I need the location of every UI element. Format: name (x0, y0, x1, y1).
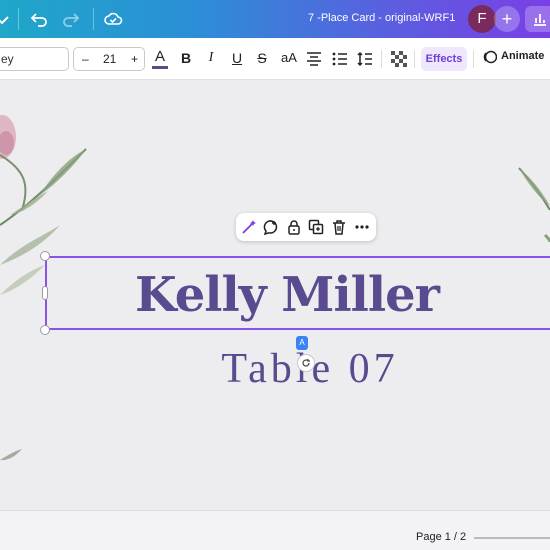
letter-case-button[interactable]: aA (278, 50, 300, 65)
bar-chart-icon (534, 14, 546, 26)
element-context-menu (236, 213, 376, 241)
redo-icon[interactable] (61, 9, 81, 29)
decrease-size-button[interactable]: – (82, 52, 89, 66)
animate-button[interactable]: Animate (501, 50, 544, 62)
transparency-icon[interactable] (391, 51, 407, 67)
selection-outline (45, 256, 550, 330)
insights-button[interactable] (525, 6, 550, 32)
cloud-saved-icon[interactable] (103, 9, 123, 29)
font-family-select[interactable]: ey (0, 47, 69, 71)
add-collaborator-button[interactable]: + (494, 6, 520, 32)
increase-size-button[interactable]: + (131, 52, 138, 66)
font-size-input[interactable]: 21 (103, 52, 116, 66)
page-indicator[interactable]: Page 1 / 2 (416, 531, 466, 543)
more-options-icon[interactable] (354, 219, 370, 235)
toolbar-divider (414, 50, 415, 68)
header-divider (18, 8, 19, 30)
menu-chevron-icon[interactable] (0, 9, 12, 29)
underline-button[interactable]: U (228, 50, 246, 66)
rotate-handle[interactable] (297, 354, 315, 372)
resize-handle-top-left[interactable] (40, 251, 50, 261)
translate-icon[interactable]: A (296, 336, 308, 350)
lock-icon[interactable] (286, 219, 302, 235)
strikethrough-button[interactable]: S (253, 50, 271, 66)
undo-icon[interactable] (29, 9, 49, 29)
font-size-control: – 21 + (73, 47, 145, 71)
italic-button[interactable]: I (202, 50, 220, 66)
text-color-swatch (152, 66, 168, 69)
header-divider (93, 8, 94, 30)
resize-handle-left[interactable] (42, 286, 48, 300)
toolbar-divider (473, 50, 474, 68)
trash-icon[interactable] (331, 219, 347, 235)
document-title[interactable]: 7 -Place Card - original-WRF1 (308, 12, 455, 24)
user-avatar[interactable]: F (468, 5, 496, 33)
animate-icon[interactable] (483, 50, 497, 64)
bullet-list-icon[interactable] (332, 52, 348, 66)
bold-button[interactable]: B (177, 50, 195, 66)
editor-header: 7 -Place Card - original-WRF1 F + (0, 0, 550, 38)
align-center-icon[interactable] (306, 52, 322, 66)
text-format-toolbar: ey – 21 + A B I U S aA Effects Animate (0, 38, 550, 80)
resize-handle-bottom-left[interactable] (40, 325, 50, 335)
text-color-button[interactable]: A (151, 48, 169, 69)
effects-button[interactable]: Effects (421, 47, 467, 71)
comment-add-icon[interactable] (263, 219, 279, 235)
duplicate-icon[interactable] (308, 219, 324, 235)
zoom-slider[interactable] (474, 537, 550, 539)
footer-bar: Page 1 / 2 (0, 510, 550, 550)
rotate-icon (302, 359, 310, 367)
toolbar-divider (381, 50, 382, 68)
line-spacing-icon[interactable] (357, 51, 373, 67)
magic-write-icon[interactable] (241, 219, 257, 235)
text-color-letter: A (154, 48, 165, 65)
floral-decoration-right (518, 167, 550, 243)
